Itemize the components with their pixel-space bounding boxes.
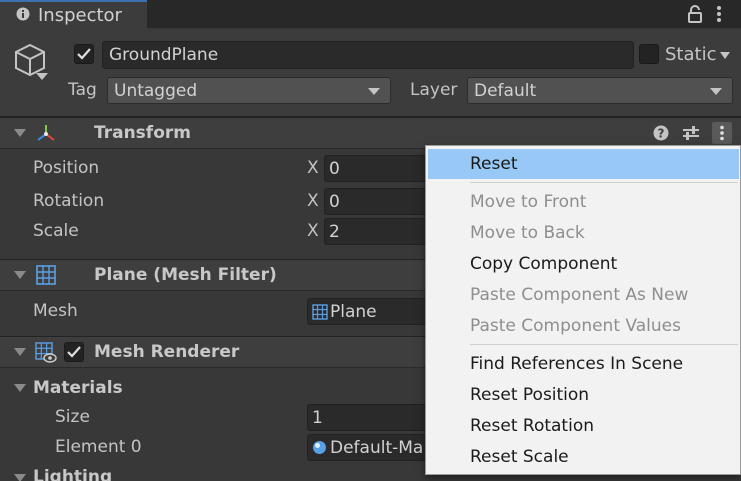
layer-value: Default <box>474 80 537 101</box>
static-dropdown-caret[interactable] <box>720 52 730 59</box>
mesh-label: Mesh <box>33 301 78 321</box>
lighting-label[interactable]: Lighting <box>33 467 112 481</box>
tag-label: Tag <box>68 80 97 100</box>
foldout-arrow-icon[interactable] <box>14 474 26 481</box>
scale-x-field[interactable]: 2 <box>324 218 434 245</box>
chevron-down-icon <box>710 87 722 95</box>
mesh-renderer-enabled-checkbox[interactable] <box>64 342 84 362</box>
tab-inspector[interactable]: Inspector <box>0 0 147 29</box>
mesh-value: Plane <box>330 301 377 322</box>
menu-item-paste-component-values: Paste Component Values <box>470 316 681 336</box>
transform-icon <box>36 124 56 147</box>
rotation-x-field[interactable]: 0 <box>324 188 434 215</box>
size-label: Size <box>55 407 90 427</box>
info-icon <box>16 6 30 26</box>
position-x-label[interactable]: X <box>307 158 319 178</box>
menu-item-copy-component[interactable]: Copy Component <box>428 249 739 279</box>
element0-value: Default-Ma <box>330 437 424 458</box>
position-label: Position <box>33 158 100 178</box>
more-vertical-icon <box>720 125 724 141</box>
component-context-menu: Reset Move to Front Move to Back Copy Co… <box>425 145 741 475</box>
menu-item-reset[interactable]: Reset <box>428 149 739 179</box>
mesh-renderer-title: Mesh Renderer <box>94 342 240 362</box>
tag-value: Untagged <box>114 80 198 101</box>
menu-separator <box>470 182 738 183</box>
mesh-filter-title: Plane (Mesh Filter) <box>94 265 277 285</box>
static-label[interactable]: Static <box>665 44 716 65</box>
foldout-arrow-icon[interactable] <box>14 129 26 137</box>
materials-label[interactable]: Materials <box>33 378 123 398</box>
menu-item-reset-scale[interactable]: Reset Scale <box>428 442 739 472</box>
scale-x-label[interactable]: X <box>307 221 319 241</box>
menu-item-find-references[interactable]: Find References In Scene <box>428 349 739 379</box>
active-checkbox[interactable] <box>74 44 94 64</box>
scale-label: Scale <box>33 221 79 241</box>
menu-item-reset-position[interactable]: Reset Position <box>428 380 739 410</box>
foldout-arrow-icon[interactable] <box>14 348 26 356</box>
chevron-down-icon <box>368 87 380 95</box>
mesh-renderer-icon <box>35 342 57 369</box>
tag-dropdown[interactable]: Untagged <box>107 77 391 104</box>
materials-size-field[interactable]: 1 <box>307 404 434 431</box>
menu-item-move-to-front: Move to Front <box>470 192 587 212</box>
help-icon[interactable]: ? <box>653 125 669 146</box>
svg-text:?: ? <box>658 127 665 141</box>
rotation-x-label[interactable]: X <box>307 191 319 211</box>
mesh-object-field[interactable]: Plane <box>307 298 434 325</box>
material-sphere-icon <box>313 441 326 454</box>
foldout-arrow-icon[interactable] <box>14 384 26 392</box>
rotation-label: Rotation <box>33 191 105 211</box>
menu-item-move-to-back: Move to Back <box>470 223 585 243</box>
element0-object-field[interactable]: Default-Ma <box>307 434 434 461</box>
foldout-arrow-icon[interactable] <box>14 271 26 279</box>
layer-dropdown[interactable]: Default <box>467 77 733 104</box>
presets-icon[interactable] <box>682 125 700 146</box>
element0-label: Element 0 <box>55 437 142 457</box>
more-vertical-icon[interactable] <box>716 5 722 28</box>
gameobject-cube-icon[interactable] <box>14 42 50 87</box>
menu-item-reset-rotation[interactable]: Reset Rotation <box>428 411 739 441</box>
menu-separator <box>470 344 738 345</box>
position-x-field[interactable]: 0 <box>324 155 434 182</box>
tab-title: Inspector <box>38 5 122 26</box>
menu-item-paste-component-as-new: Paste Component As New <box>470 285 689 305</box>
object-name-field[interactable]: GroundPlane <box>102 41 634 69</box>
component-menu-button[interactable] <box>712 122 732 144</box>
mesh-icon <box>312 303 328 320</box>
lock-icon[interactable] <box>688 5 702 28</box>
static-checkbox[interactable] <box>639 44 659 64</box>
mesh-filter-icon <box>36 265 56 290</box>
layer-label: Layer <box>410 80 458 100</box>
transform-title: Transform <box>94 123 191 143</box>
